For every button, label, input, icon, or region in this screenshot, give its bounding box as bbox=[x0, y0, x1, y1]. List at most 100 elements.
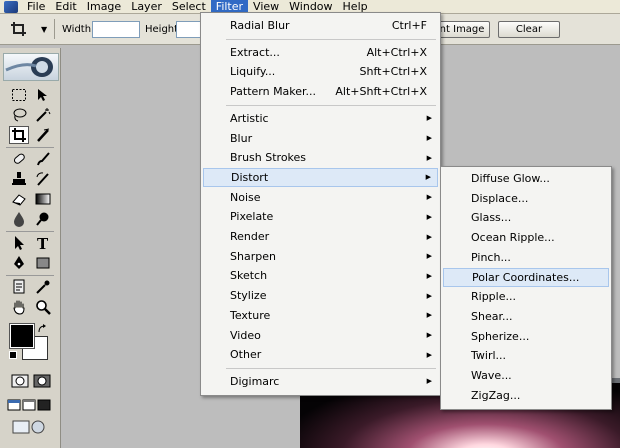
menu-item-label: Diffuse Glow... bbox=[471, 172, 550, 185]
jump-to-imageready-icon[interactable] bbox=[9, 418, 49, 436]
filter-menu-item-pattern-maker[interactable]: Pattern Maker... Alt+Shft+Ctrl+X bbox=[203, 82, 438, 101]
crop-icon[interactable] bbox=[9, 126, 29, 144]
toolbox-header-logo[interactable] bbox=[3, 53, 59, 81]
submenu-arrow-icon: ▶ bbox=[426, 193, 432, 202]
filter-menu-item-extract[interactable]: Extract... Alt+Ctrl+X bbox=[203, 43, 438, 62]
hand-icon[interactable] bbox=[9, 298, 29, 316]
filter-menu-item-noise[interactable]: Noise ▶ bbox=[203, 188, 438, 207]
menu-item-label: Wave... bbox=[471, 369, 512, 382]
filter-menu-item-pixelate[interactable]: Pixelate ▶ bbox=[203, 207, 438, 226]
menu-item-shortcut: Ctrl+F bbox=[391, 19, 427, 32]
history-brush-icon[interactable] bbox=[33, 170, 53, 188]
blur-icon[interactable] bbox=[9, 210, 29, 228]
filter-menu-item-blur[interactable]: Blur ▶ bbox=[203, 129, 438, 148]
submenu-arrow-icon: ▶ bbox=[426, 252, 432, 261]
menu-item-label: Texture bbox=[230, 308, 271, 322]
move-icon[interactable] bbox=[33, 86, 53, 104]
quick-mask-mode-icon[interactable] bbox=[31, 372, 53, 390]
menu-item-label: Sketch bbox=[230, 269, 268, 283]
distort-item-twirl[interactable]: Twirl... bbox=[443, 346, 609, 365]
clone-stamp-icon[interactable] bbox=[9, 170, 29, 188]
submenu-arrow-icon: ▶ bbox=[426, 232, 432, 241]
filter-menu-item-liquify[interactable]: Liquify... Shft+Ctrl+X bbox=[203, 62, 438, 81]
filter-menu: Radial Blur Ctrl+F Extract... Alt+Ctrl+X Liq… bbox=[200, 12, 441, 396]
filter-menu-item-render[interactable]: Render ▶ bbox=[203, 227, 438, 246]
menu-item-label: Render bbox=[230, 230, 270, 243]
rectangular-marquee-icon[interactable] bbox=[9, 86, 29, 104]
filter-menu-item-radial-blur[interactable]: Radial Blur Ctrl+F bbox=[203, 16, 438, 35]
full-screen-menu-mode-icon[interactable] bbox=[22, 396, 36, 414]
crop-tool-icon[interactable] bbox=[10, 21, 28, 37]
standard-mode-icon[interactable] bbox=[9, 372, 31, 390]
distort-item-spherize[interactable]: Spherize... bbox=[443, 327, 609, 346]
full-screen-mode-icon[interactable] bbox=[37, 396, 51, 414]
menu-item-shortcut: Shft+Ctrl+X bbox=[359, 65, 428, 79]
svg-text:T: T bbox=[37, 235, 49, 251]
slice-icon[interactable] bbox=[33, 126, 53, 144]
tool-preset-dropdown-icon[interactable]: ▼ bbox=[41, 25, 47, 34]
width-input[interactable] bbox=[92, 21, 140, 38]
default-colors-icon[interactable] bbox=[9, 351, 17, 359]
height-input[interactable] bbox=[176, 21, 202, 38]
menu-item-label: Glass... bbox=[471, 211, 512, 225]
distort-item-ripple[interactable]: Ripple... bbox=[443, 287, 609, 306]
filter-menu-item-sketch[interactable]: Sketch ▶ bbox=[203, 266, 438, 285]
distort-item-zigzag[interactable]: ZigZag... bbox=[443, 386, 609, 405]
foreground-color-swatch-top[interactable] bbox=[9, 323, 35, 349]
menu-item-label: ZigZag... bbox=[471, 388, 521, 402]
distort-submenu: Diffuse Glow... Displace... Glass... Ocean … bbox=[440, 166, 612, 410]
distort-item-pinch[interactable]: Pinch... bbox=[443, 248, 609, 267]
menu-item-label: Radial Blur bbox=[230, 19, 290, 32]
menu-image[interactable]: Image bbox=[82, 0, 126, 13]
swap-colors-icon[interactable] bbox=[37, 324, 47, 334]
toolbox-divider bbox=[6, 275, 54, 276]
menu-item-label: Displace... bbox=[471, 191, 529, 205]
eraser-icon[interactable] bbox=[9, 190, 29, 208]
menu-item-label: Extract... bbox=[230, 45, 280, 59]
clear-button[interactable]: Clear bbox=[498, 21, 560, 38]
filter-menu-item-digimarc[interactable]: Digimarc ▶ bbox=[203, 372, 438, 391]
menu-edit[interactable]: Edit bbox=[50, 0, 81, 13]
filter-menu-item-distort[interactable]: Distort ▶ bbox=[203, 167, 438, 187]
path-selection-icon[interactable] bbox=[9, 234, 29, 252]
standard-screen-mode-icon[interactable] bbox=[7, 396, 21, 414]
distort-item-diffuse-glow[interactable]: Diffuse Glow... bbox=[443, 169, 609, 188]
eyedropper-icon[interactable] bbox=[33, 278, 53, 296]
menu-item-shortcut: Alt+Ctrl+X bbox=[366, 45, 427, 59]
menu-separator bbox=[226, 367, 436, 369]
healing-brush-icon[interactable] bbox=[9, 150, 29, 168]
app-icon[interactable] bbox=[4, 0, 18, 13]
distort-item-shear[interactable]: Shear... bbox=[443, 307, 609, 326]
filter-menu-item-other[interactable]: Other ▶ bbox=[203, 345, 438, 364]
filter-menu-item-stylize[interactable]: Stylize ▶ bbox=[203, 286, 438, 305]
submenu-arrow-icon: ▶ bbox=[426, 311, 432, 320]
filter-menu-item-sharpen[interactable]: Sharpen ▶ bbox=[203, 247, 438, 266]
type-icon[interactable]: T bbox=[33, 234, 53, 252]
distort-item-ocean-ripple[interactable]: Ocean Ripple... bbox=[443, 228, 609, 247]
lasso-icon[interactable] bbox=[9, 106, 29, 124]
brush-icon[interactable] bbox=[33, 150, 53, 168]
distort-item-polar-coordinates[interactable]: Polar Coordinates... bbox=[443, 267, 609, 287]
menu-item-label: Shear... bbox=[471, 309, 513, 323]
width-label: Width: bbox=[62, 24, 95, 35]
magic-wand-icon[interactable] bbox=[33, 106, 53, 124]
distort-item-displace[interactable]: Displace... bbox=[443, 189, 609, 208]
menu-item-label: Twirl... bbox=[471, 349, 507, 363]
menu-item-label: Sharpen bbox=[230, 249, 276, 263]
distort-item-wave[interactable]: Wave... bbox=[443, 366, 609, 385]
menu-file[interactable]: File bbox=[22, 0, 50, 13]
distort-item-glass[interactable]: Glass... bbox=[443, 208, 609, 227]
filter-menu-item-video[interactable]: Video ▶ bbox=[203, 326, 438, 345]
submenu-arrow-icon: ▶ bbox=[426, 331, 432, 339]
notes-icon[interactable] bbox=[9, 278, 29, 296]
shape-icon[interactable] bbox=[33, 254, 53, 272]
menu-item-label: Pinch... bbox=[471, 250, 511, 264]
gradient-icon[interactable] bbox=[33, 190, 53, 208]
filter-menu-item-texture[interactable]: Texture ▶ bbox=[203, 306, 438, 325]
zoom-icon[interactable] bbox=[33, 298, 53, 316]
pen-icon[interactable] bbox=[9, 254, 29, 272]
filter-menu-item-artistic[interactable]: Artistic ▶ bbox=[203, 109, 438, 128]
menu-layer[interactable]: Layer bbox=[126, 0, 167, 13]
dodge-icon[interactable] bbox=[33, 210, 53, 228]
filter-menu-item-brush-strokes[interactable]: Brush Strokes ▶ bbox=[203, 148, 438, 167]
